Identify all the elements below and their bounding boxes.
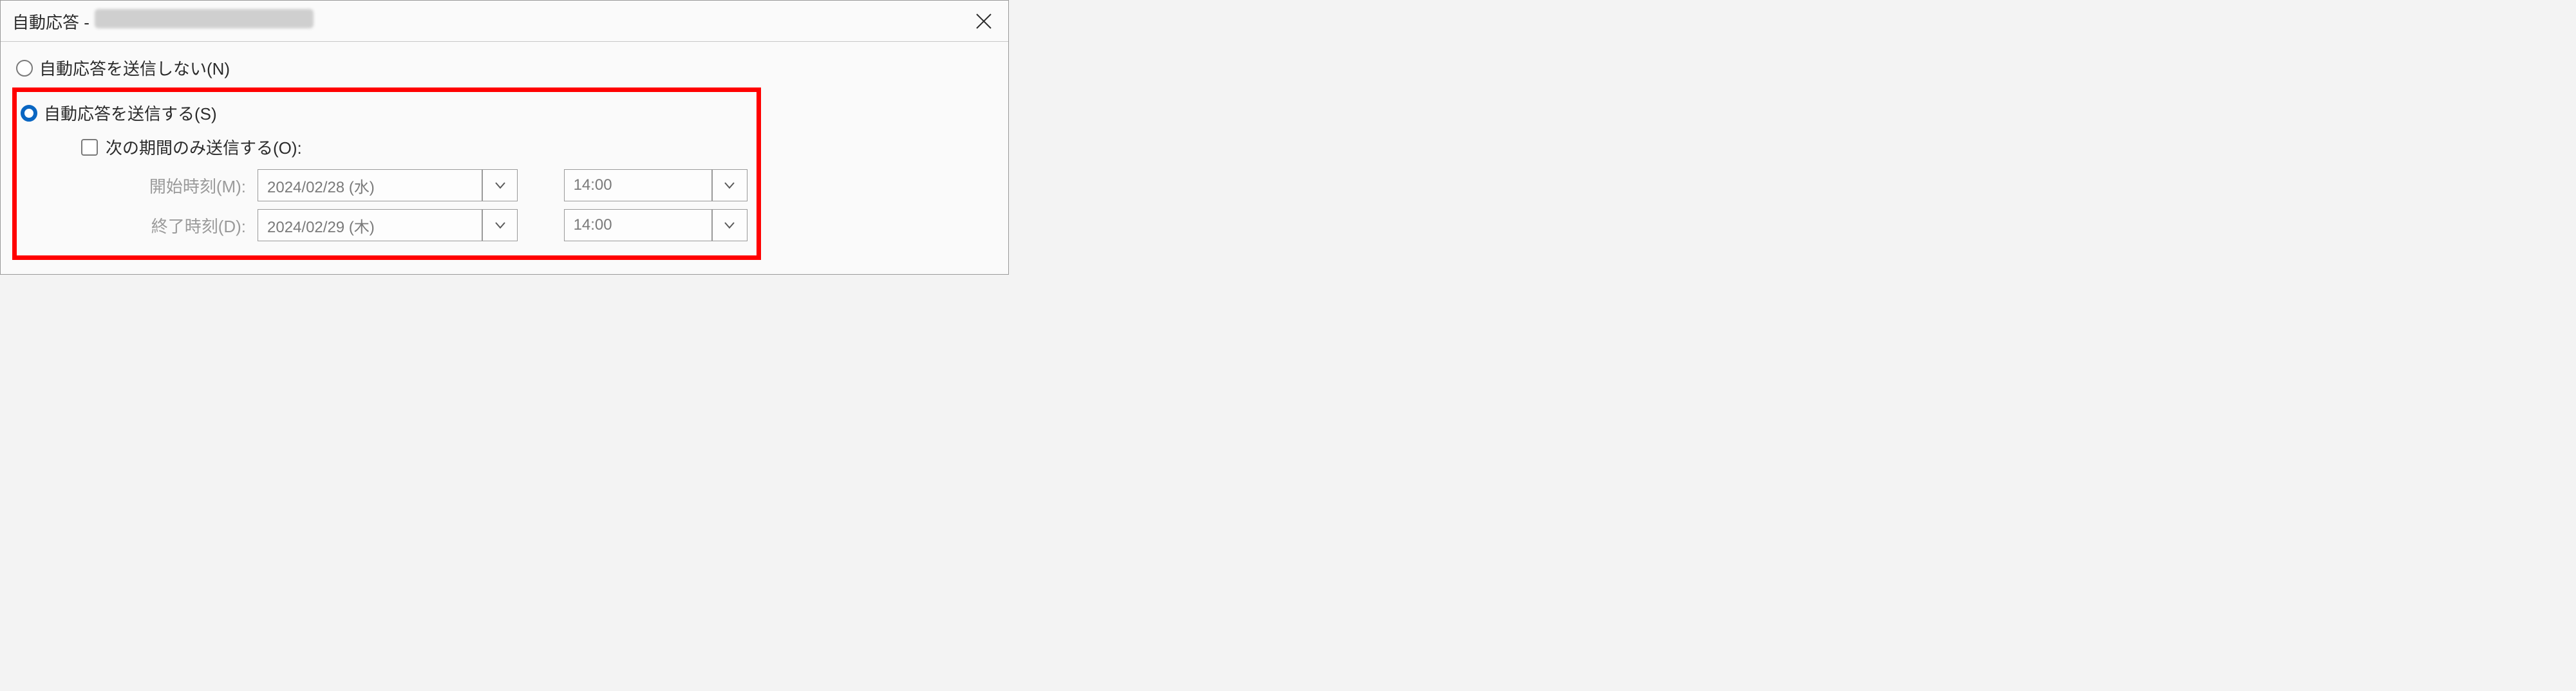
highlight-box: 自動応答を送信する(S) 次の期間のみ送信する(O): 開始時刻(M): 202…: [12, 88, 761, 260]
end-time-input[interactable]: 14:00: [564, 209, 712, 241]
checkbox-icon: [81, 139, 98, 156]
close-button[interactable]: [967, 5, 1001, 38]
end-date-value: 2024/02/29 (木): [267, 214, 375, 237]
start-row: 開始時刻(M): 2024/02/28 (水) 14:00: [21, 165, 747, 205]
checkbox-period[interactable]: 次の期間のみ送信する(O):: [21, 130, 747, 165]
dialog-body: 自動応答を送信しない(N) 自動応答を送信する(S) 次の期間のみ送信する(O)…: [1, 42, 1008, 272]
end-time-dropdown[interactable]: [712, 209, 747, 241]
start-date-value: 2024/02/28 (水): [267, 174, 375, 197]
start-time-dropdown[interactable]: [712, 169, 747, 201]
title: 自動応答 -: [12, 9, 314, 33]
radio-icon-checked: [21, 105, 37, 122]
chevron-down-icon: [493, 178, 507, 192]
close-icon: [974, 12, 993, 31]
start-time-value: 14:00: [574, 176, 612, 194]
radio-send[interactable]: 自動応答を送信する(S): [21, 97, 747, 130]
start-time-input[interactable]: 14:00: [564, 169, 712, 201]
start-date-dropdown[interactable]: [482, 169, 518, 201]
start-label: 開始時刻(M):: [118, 174, 258, 198]
end-label: 終了時刻(D):: [118, 214, 258, 237]
radio-no-send-label: 自動応答を送信しない(N): [39, 56, 230, 80]
chevron-down-icon: [722, 178, 737, 192]
end-time-value: 14:00: [574, 216, 612, 234]
chevron-down-icon: [722, 218, 737, 232]
chevron-down-icon: [493, 218, 507, 232]
radio-icon-unchecked: [16, 60, 33, 77]
auto-reply-dialog: 自動応答 - 自動応答を送信しない(N) 自動応答を送信する(S) 次の期間のみ…: [0, 0, 1009, 275]
start-date-input[interactable]: 2024/02/28 (水): [258, 169, 482, 201]
radio-no-send[interactable]: 自動応答を送信しない(N): [12, 52, 997, 85]
title-prefix: 自動応答 -: [12, 10, 89, 33]
titlebar: 自動応答 -: [1, 1, 1008, 42]
title-account-redacted: [95, 9, 314, 28]
radio-send-label: 自動応答を送信する(S): [44, 101, 217, 125]
end-date-input[interactable]: 2024/02/29 (木): [258, 209, 482, 241]
end-date-dropdown[interactable]: [482, 209, 518, 241]
checkbox-period-label: 次の期間のみ送信する(O):: [106, 135, 302, 159]
end-row: 終了時刻(D): 2024/02/29 (木) 14:00: [21, 205, 747, 245]
